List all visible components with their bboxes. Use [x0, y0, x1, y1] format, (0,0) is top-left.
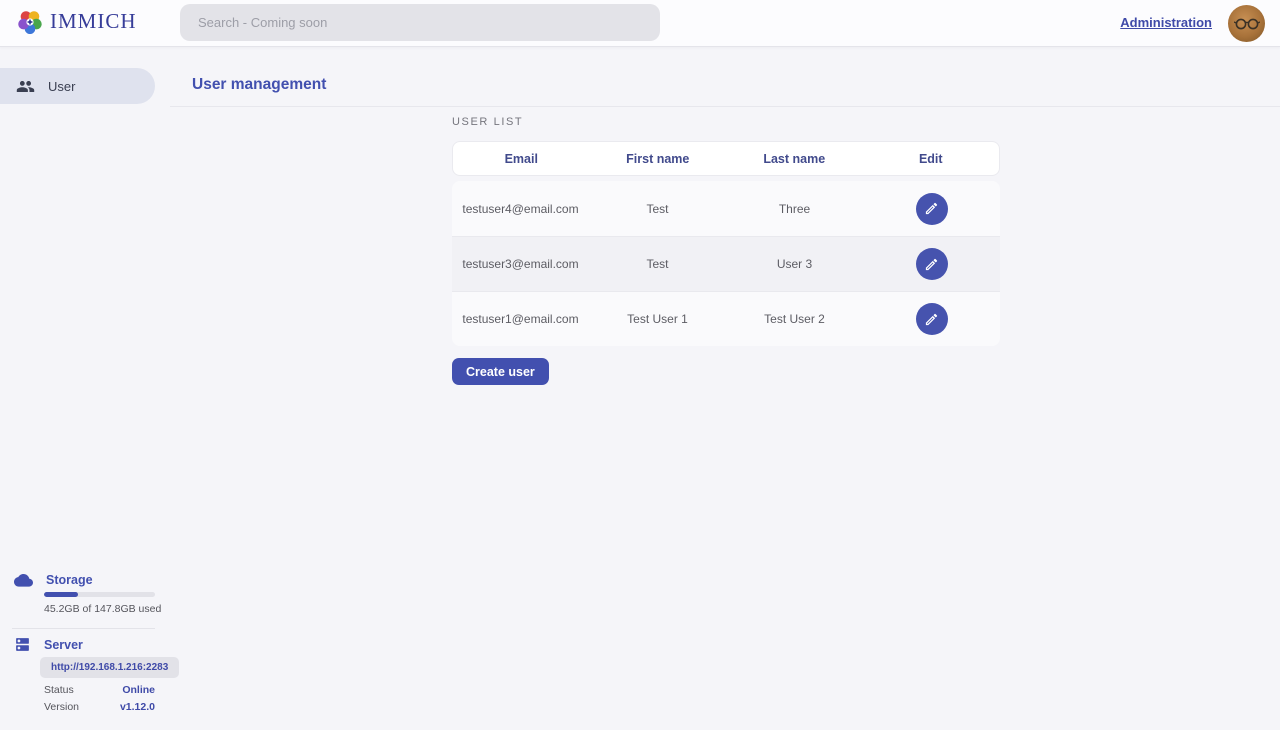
section-label: USER LIST [452, 116, 1000, 128]
page-title: User management [192, 76, 326, 94]
cloud-icon [14, 572, 33, 587]
edit-user-button[interactable] [916, 248, 948, 280]
status-value: Online [122, 684, 155, 696]
status-label: Status [44, 684, 74, 696]
column-header-email: Email [453, 152, 590, 166]
user-table-header: Email First name Last name Edit [452, 141, 1000, 176]
storage-section-header: Storage [14, 572, 93, 587]
storage-usage-text: 45.2GB of 147.8GB used [44, 603, 161, 615]
version-value: v1.12.0 [120, 701, 155, 713]
column-header-first-name: First name [590, 152, 727, 166]
sidebar-item-user-label: User [48, 79, 75, 94]
cell-last-name: User 3 [726, 257, 863, 271]
user-list-section: USER LIST Email First name Last name Edi… [452, 116, 1000, 385]
version-label: Version [44, 701, 79, 713]
cell-email: testuser3@email.com [452, 257, 589, 271]
table-row: testuser4@email.com Test Three [452, 181, 1000, 236]
brand-name: IMMICH [50, 9, 137, 34]
user-avatar[interactable] [1228, 5, 1265, 42]
server-url-chip[interactable]: http://192.168.1.216:2283 [40, 657, 179, 678]
search-input[interactable] [180, 4, 660, 41]
storage-progress-bar [44, 592, 155, 597]
cell-last-name: Three [726, 202, 863, 216]
create-user-button[interactable]: Create user [452, 358, 549, 385]
cell-first-name: Test [589, 202, 726, 216]
users-group-icon [16, 77, 35, 96]
table-row: testuser1@email.com Test User 1 Test Use… [452, 291, 1000, 346]
user-table-body: testuser4@email.com Test Three [452, 181, 1000, 346]
server-status-row: Status Online [44, 684, 155, 696]
column-header-last-name: Last name [726, 152, 863, 166]
sidebar-divider [12, 628, 155, 629]
column-header-edit: Edit [863, 152, 1000, 166]
cell-first-name: Test [589, 257, 726, 271]
server-dns-icon [14, 636, 31, 653]
server-version-row: Version v1.12.0 [44, 701, 155, 713]
administration-link[interactable]: Administration [1120, 15, 1212, 30]
app-logo[interactable]: IMMICH [18, 9, 137, 34]
server-title: Server [44, 638, 83, 652]
top-bar: IMMICH Administration [0, 0, 1280, 47]
immich-flower-icon [18, 10, 42, 34]
cell-last-name: Test User 2 [726, 312, 863, 326]
sidebar-item-user[interactable]: User [0, 68, 155, 104]
storage-title: Storage [46, 573, 93, 587]
edit-user-button[interactable] [916, 303, 948, 335]
pencil-edit-icon [924, 201, 939, 216]
pencil-edit-icon [924, 312, 939, 327]
table-row: testuser3@email.com Test User 3 [452, 236, 1000, 291]
cell-first-name: Test User 1 [589, 312, 726, 326]
edit-user-button[interactable] [916, 193, 948, 225]
title-divider [170, 106, 1280, 107]
storage-progress-fill [44, 592, 78, 597]
cell-email: testuser4@email.com [452, 202, 589, 216]
pencil-edit-icon [924, 257, 939, 272]
server-section-header: Server [14, 636, 83, 653]
glasses-icon [1234, 17, 1260, 31]
cell-email: testuser1@email.com [452, 312, 589, 326]
